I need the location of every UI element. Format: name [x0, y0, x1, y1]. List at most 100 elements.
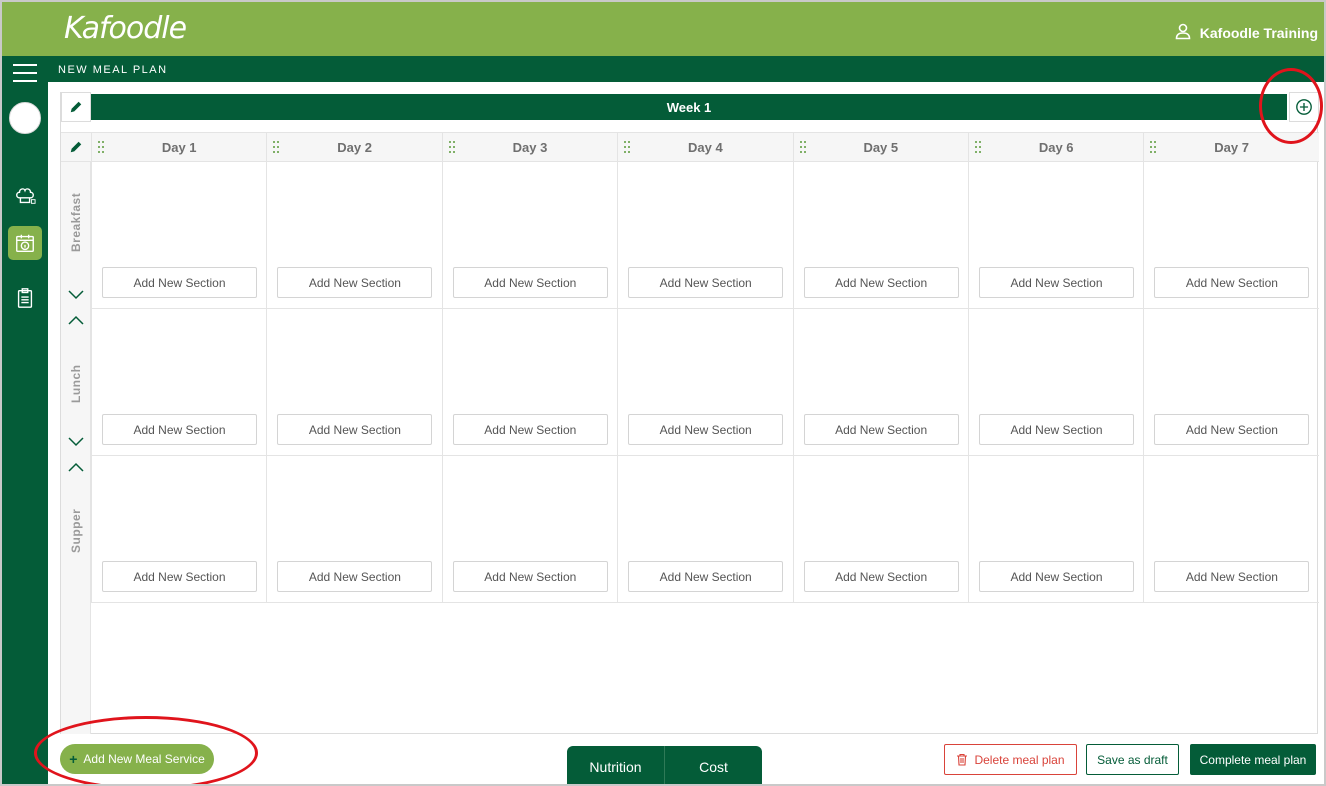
plus-circle-icon — [1296, 99, 1312, 115]
meal-cell: Add New Section — [1143, 456, 1319, 603]
meal-label: Breakfast — [69, 192, 83, 252]
meal-cell: Add New Section — [91, 162, 267, 309]
add-new-section-button[interactable]: Add New Section — [1154, 414, 1310, 445]
add-meal-service-button[interactable]: + Add New Meal Service — [60, 744, 214, 774]
meal-row-header-supper: Supper — [61, 456, 91, 603]
meal-cell: Add New Section — [792, 456, 968, 603]
add-new-section-button[interactable]: Add New Section — [1154, 267, 1310, 298]
meal-cell: Add New Section — [792, 162, 968, 309]
delete-label: Delete meal plan — [974, 752, 1065, 767]
chevron-down-icon[interactable] — [67, 288, 85, 300]
app-frame: Kafoodle Kafoodle Training NEW MEAL PLAN — [0, 0, 1326, 786]
add-new-section-button[interactable]: Add New Section — [803, 414, 959, 445]
meal-label: Supper — [69, 508, 83, 554]
day-header[interactable]: Day 5 — [792, 133, 968, 161]
save-draft-button[interactable]: Save as draft — [1086, 744, 1179, 775]
day-label: Day 2 — [337, 139, 372, 155]
add-new-section-button[interactable]: Add New Section — [803, 267, 959, 298]
add-new-section-button[interactable]: Add New Section — [803, 561, 959, 592]
meal-cell: Add New Section — [266, 456, 442, 603]
meal-cell: Add New Section — [91, 456, 267, 603]
add-new-section-button[interactable]: Add New Section — [1154, 561, 1310, 592]
meal-row-header-lunch: Lunch — [61, 309, 91, 456]
pencil-icon — [70, 141, 82, 153]
delete-meal-plan-button[interactable]: Delete meal plan — [944, 744, 1077, 775]
meal-cell: Add New Section — [441, 162, 618, 309]
add-new-section-button[interactable]: Add New Section — [628, 267, 784, 298]
day-header[interactable]: Day 2 — [266, 133, 441, 161]
week-row: Week 1 — [61, 92, 1319, 122]
add-new-section-button[interactable]: Add New Section — [979, 414, 1134, 445]
add-new-section-button[interactable]: Add New Section — [979, 267, 1134, 298]
chevron-up-icon[interactable] — [67, 315, 85, 327]
day-header[interactable]: Day 4 — [617, 133, 792, 161]
add-new-section-button[interactable]: Add New Section — [277, 561, 433, 592]
clipboard-icon[interactable] — [9, 282, 41, 314]
day-label: Day 4 — [688, 139, 723, 155]
day-header[interactable]: Day 3 — [441, 133, 617, 161]
add-new-section-button[interactable]: Add New Section — [277, 414, 433, 445]
meal-cell: Add New Section — [91, 309, 267, 456]
add-new-section-button[interactable]: Add New Section — [102, 561, 257, 592]
add-new-section-button[interactable]: Add New Section — [979, 561, 1134, 592]
plus-icon: + — [69, 751, 78, 767]
edit-days-button[interactable] — [61, 133, 91, 161]
chef-hat-icon[interactable] — [9, 180, 41, 212]
day-header-row: Day 1 Day 2 Day 3 Day 4 Day 5 Day 6 Day … — [61, 132, 1319, 162]
drag-handle-icon[interactable] — [974, 140, 982, 154]
meal-cell: Add New Section — [266, 309, 442, 456]
user-name: Kafoodle Training — [1199, 24, 1318, 41]
day-label: Day 7 — [1214, 139, 1249, 155]
main-content: Week 1 Day 1 Day 2 Day 3 Day 4 Day 5 Day… — [48, 82, 1324, 784]
drag-handle-icon[interactable] — [272, 140, 280, 154]
user-icon — [1174, 22, 1192, 43]
add-new-section-button[interactable]: Add New Section — [452, 561, 608, 592]
pencil-icon — [70, 101, 82, 113]
meal-cell: Add New Section — [617, 456, 793, 603]
meal-cell: Add New Section — [441, 309, 618, 456]
drag-handle-icon[interactable] — [623, 140, 631, 154]
tab-cost[interactable]: Cost — [664, 746, 762, 784]
avatar[interactable] — [9, 102, 41, 134]
add-new-section-button[interactable]: Add New Section — [452, 267, 608, 298]
add-new-section-button[interactable]: Add New Section — [452, 414, 608, 445]
meal-plan-grid: Week 1 Day 1 Day 2 Day 3 Day 4 Day 5 Day… — [60, 92, 1319, 734]
day-label: Day 3 — [512, 139, 548, 155]
meal-cell: Add New Section — [266, 162, 442, 309]
summary-tabs: Nutrition Cost — [567, 746, 762, 784]
meal-cell: Add New Section — [968, 456, 1144, 603]
week-title[interactable]: Week 1 — [91, 94, 1287, 120]
add-meal-service-label: Add New Meal Service — [83, 752, 205, 766]
add-new-section-button[interactable]: Add New Section — [277, 267, 433, 298]
drag-handle-icon[interactable] — [448, 140, 456, 154]
day-label: Day 6 — [1038, 139, 1074, 155]
add-week-button[interactable] — [1289, 92, 1319, 122]
meal-cell: Add New Section — [617, 162, 793, 309]
chevron-down-icon[interactable] — [67, 435, 85, 447]
drag-handle-icon[interactable] — [799, 140, 807, 154]
day-header[interactable]: Day 6 — [968, 133, 1143, 161]
meal-label: Lunch — [69, 364, 83, 404]
add-new-section-button[interactable]: Add New Section — [102, 267, 257, 298]
app-logo[interactable]: Kafoodle — [64, 11, 187, 46]
calendar-info-icon[interactable] — [8, 226, 42, 260]
user-menu[interactable]: Kafoodle Training — [1174, 22, 1318, 43]
day-header[interactable]: Day 7 — [1143, 133, 1318, 161]
meal-cell: Add New Section — [968, 162, 1144, 309]
meal-cell: Add New Section — [1143, 309, 1319, 456]
add-new-section-button[interactable]: Add New Section — [102, 414, 257, 445]
day-header[interactable]: Day 1 — [91, 133, 266, 161]
complete-meal-plan-button[interactable]: Complete meal plan — [1190, 744, 1316, 775]
add-new-section-button[interactable]: Add New Section — [628, 561, 784, 592]
menu-icon[interactable] — [13, 64, 37, 84]
meal-row-header-breakfast: Breakfast — [61, 162, 91, 309]
meal-cell: Add New Section — [1143, 162, 1319, 309]
add-new-section-button[interactable]: Add New Section — [628, 414, 784, 445]
meal-cell: Add New Section — [441, 456, 618, 603]
top-bar: Kafoodle Kafoodle Training — [2, 2, 1324, 56]
tab-nutrition[interactable]: Nutrition — [567, 746, 664, 784]
edit-week-button[interactable] — [61, 92, 91, 122]
drag-handle-icon[interactable] — [1149, 140, 1157, 154]
drag-handle-icon[interactable] — [97, 140, 105, 154]
chevron-up-icon[interactable] — [67, 462, 85, 474]
